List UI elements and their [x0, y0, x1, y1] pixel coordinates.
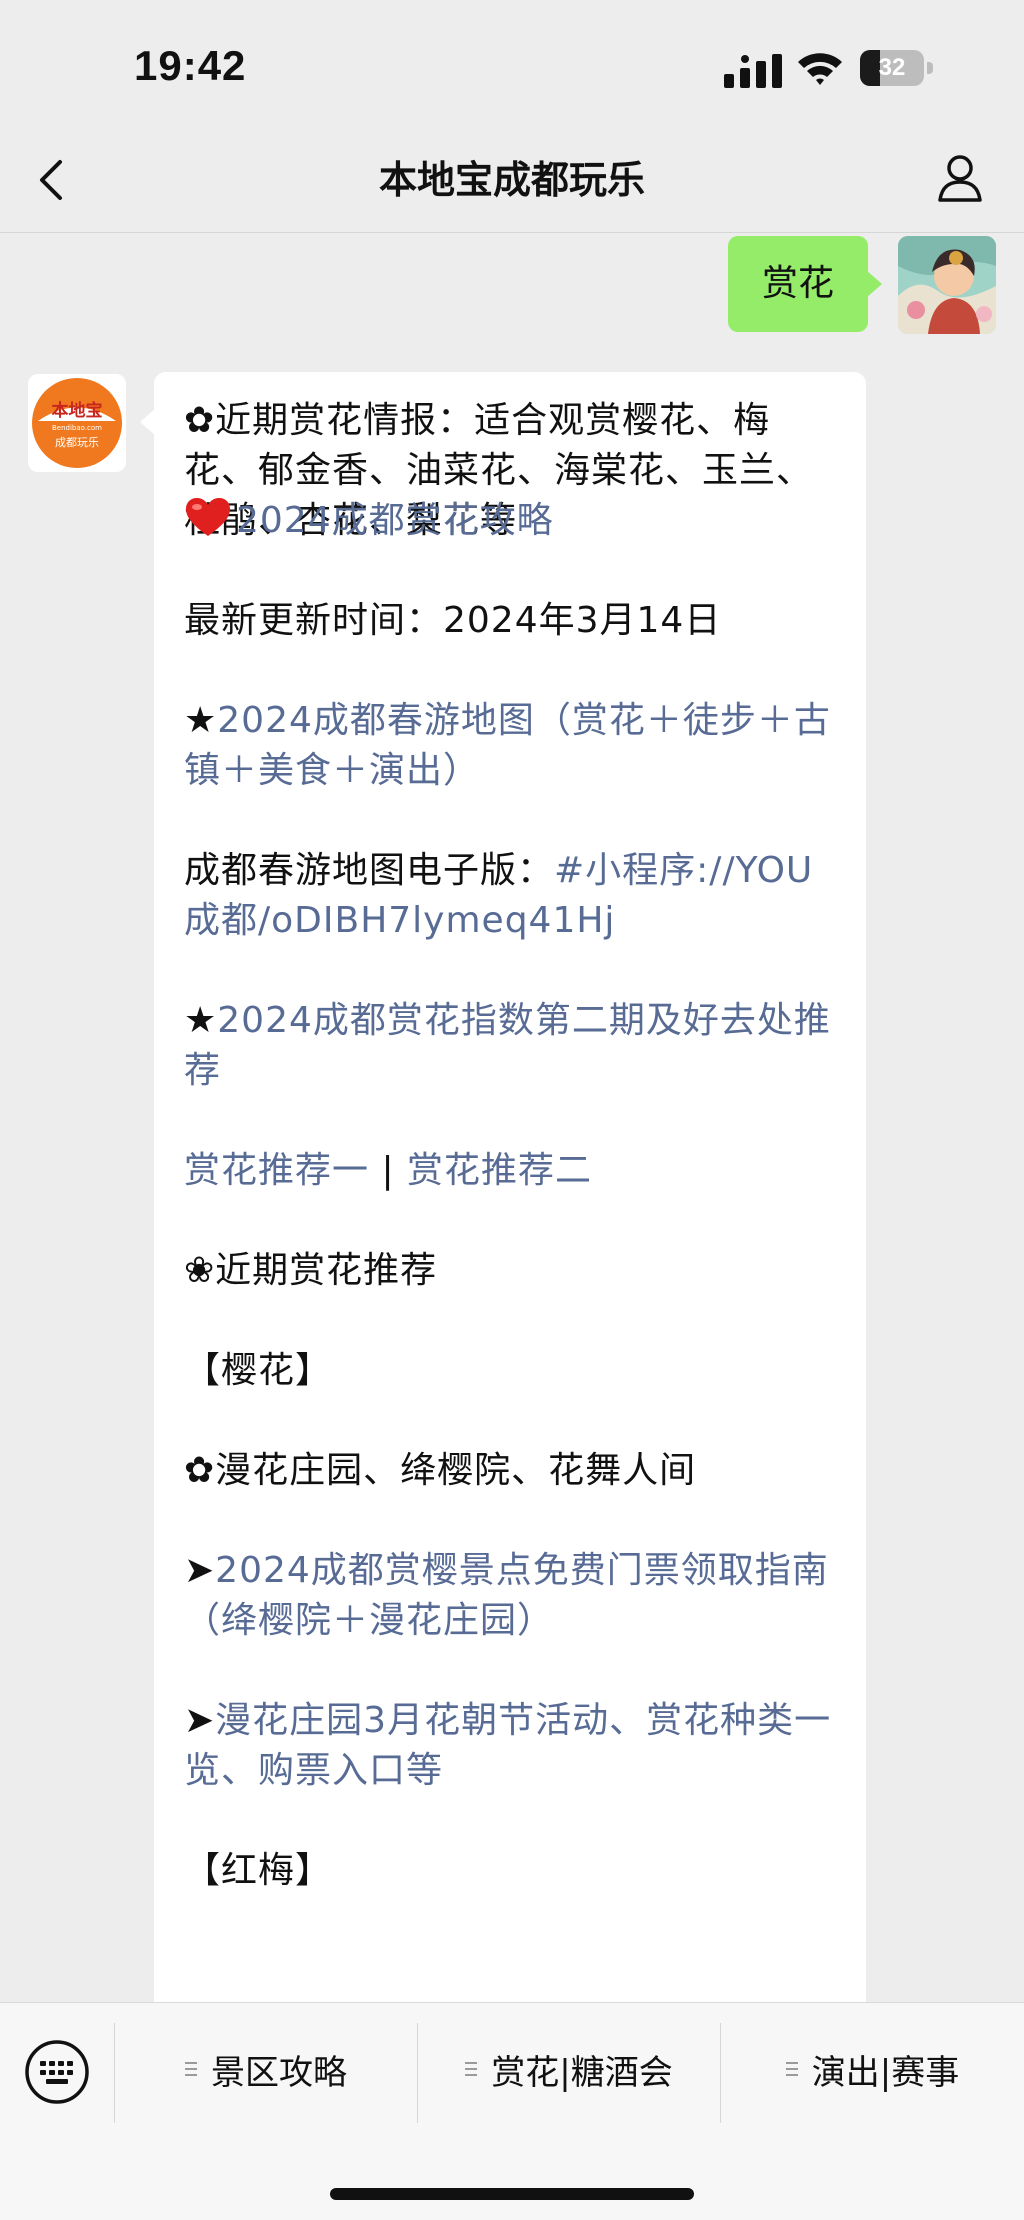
wifi-icon [798, 53, 842, 85]
chat-header: 本地宝成都玩乐 [0, 130, 1024, 233]
star-bullet: ★ [184, 1000, 218, 1041]
spring-map-link[interactable]: 2024成都春游地图（赏花＋徒步＋古镇＋美食＋演出） [184, 700, 831, 791]
menu-shows-events[interactable]: 演出|赛事 [721, 2033, 1024, 2113]
menu-lines-icon [465, 2062, 478, 2080]
keyboard-icon[interactable] [24, 2039, 90, 2105]
guide-line: 2024成都赏花攻略 [184, 496, 844, 546]
e-map-label: 成都春游地图电子版： [184, 850, 555, 891]
reply-message-bubble: ✿近期赏花情报：适合观赏樱花、梅花、郁金香、油菜花、海棠花、玉兰、杜鹃、杏花、梨… [140, 372, 866, 2032]
separator: | [369, 1150, 408, 1191]
home-indicator[interactable] [330, 2188, 694, 2200]
recommend-links: 赏花推荐一 | 赏花推荐二 [184, 1146, 844, 1196]
status-bar: 19:42 32 [0, 0, 1024, 130]
menu-label: 演出|赛事 [811, 2053, 960, 2093]
menu-scenic-guide[interactable]: 景区攻略 [115, 2033, 417, 2113]
battery-icon: 32 [860, 50, 934, 86]
spring-map-line: ★2024成都春游地图（赏花＋徒步＋古镇＋美食＋演出） [184, 696, 844, 796]
flower-index-link[interactable]: 2024成都赏花指数第二期及好去处推荐 [184, 1000, 831, 1091]
cherry-header: 【樱花】 [184, 1350, 333, 1391]
page-title: 本地宝成都玩乐 [378, 158, 645, 202]
menu-label: 景区攻略 [211, 2053, 347, 2093]
battery-percent: 32 [878, 54, 906, 81]
signal-icon [724, 54, 782, 88]
arrow-bullet: ➤ [184, 1550, 216, 1591]
festival-link[interactable]: 漫花庄园3月花朝节活动、赏花种类一览、购票入口等 [184, 1700, 831, 1791]
menu-label: 赏花|糖酒会 [491, 2053, 673, 2093]
menu-lines-icon [785, 2062, 798, 2080]
logo-brand: 本地宝 [52, 400, 103, 421]
logo-sub: 成都玩乐 [55, 436, 99, 449]
my-avatar[interactable] [898, 236, 996, 334]
menu-lines-icon [185, 2062, 197, 2080]
official-account-avatar[interactable]: 本地宝 Bendibao.com 成都玩乐 [28, 374, 126, 472]
heart-icon [186, 498, 230, 536]
sent-message-text: 赏花 [761, 263, 834, 304]
profile-icon[interactable] [930, 148, 990, 208]
recommend-one-link[interactable]: 赏花推荐一 [184, 1150, 369, 1191]
ticket-line: ➤2024成都赏樱景点免费门票领取指南（绛樱院＋漫花庄园） [184, 1546, 844, 1646]
festival-line: ➤漫花庄园3月花朝节活动、赏花种类一览、购票入口等 [184, 1696, 844, 1796]
ticket-guide-link[interactable]: 2024成都赏樱景点免费门票领取指南（绛樱院＋漫花庄园） [184, 1550, 829, 1641]
star-bullet: ★ [184, 700, 218, 741]
updated-time: 最新更新时间：2024年3月14日 [184, 600, 722, 641]
e-map-line: 成都春游地图电子版：#小程序://YOU成都/oDIBH7lymeq41Hj [184, 846, 844, 946]
arrow-bullet: ➤ [184, 1700, 216, 1741]
recent-recommend-heading: ❀近期赏花推荐 [184, 1250, 438, 1291]
flower-index-line: ★2024成都赏花指数第二期及好去处推荐 [184, 996, 844, 1096]
status-time: 19:42 [134, 42, 247, 89]
logo-domain: Bendibao.com [52, 424, 102, 432]
plum-header: 【红梅】 [184, 1850, 333, 1891]
bendibao-logo: 本地宝 Bendibao.com 成都玩乐 [32, 378, 122, 468]
menu-flower-wine-fair[interactable]: 赏花|糖酒会 [418, 2033, 720, 2113]
guide-link[interactable]: 2024成都赏花攻略 [236, 500, 554, 541]
cherry-places: ✿漫花庄园、绛樱院、花舞人间 [184, 1450, 697, 1491]
recommend-two-link[interactable]: 赏花推荐二 [407, 1150, 592, 1191]
sent-message-bubble[interactable]: 赏花 [728, 236, 882, 332]
